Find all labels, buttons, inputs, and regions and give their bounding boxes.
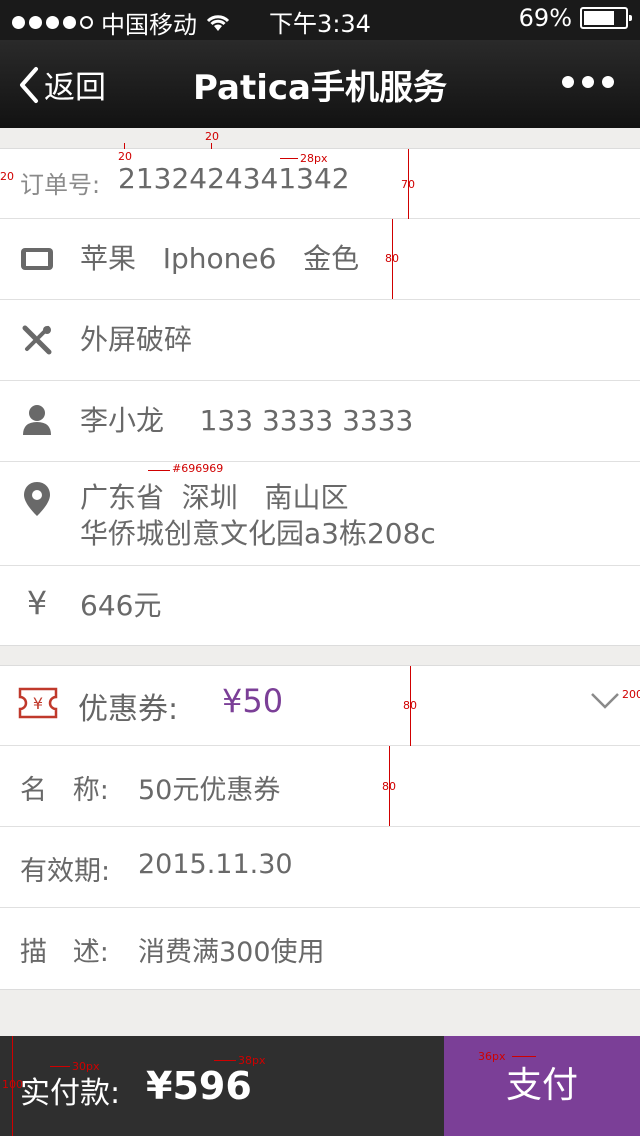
pay-label: 实付款: <box>20 1076 121 1111</box>
payment-summary: 实付款: ¥596 <box>0 1036 444 1136</box>
coupon-desc-value: 消费满300使用 <box>138 937 325 968</box>
svg-text:¥: ¥ <box>33 694 43 713</box>
price-row: ¥ 646元 <box>0 566 640 645</box>
annotation-line <box>211 143 212 149</box>
annotation-line <box>124 143 125 149</box>
coupon-name-key: 名 称: <box>20 775 109 806</box>
coupon-desc-row: 描 述: 消费满300使用 <box>0 908 640 989</box>
order-number-label: 订单号: <box>20 171 101 199</box>
annotation-label: 28px <box>300 152 328 165</box>
more-button[interactable] <box>562 76 614 88</box>
annotation-line <box>148 470 170 471</box>
annotation-label: 38px <box>238 1054 266 1067</box>
address-row: 广东省 深圳 南山区 华侨城创意文化园a3栋208c <box>0 462 640 566</box>
location-pin-icon <box>20 482 54 516</box>
fault-row: 外屏破碎 <box>0 300 640 381</box>
battery-percent: 69% <box>518 4 572 32</box>
coupon-valid-value: 2015.11.30 <box>138 849 293 880</box>
coupon-name-row: 名 称: 50元优惠券 <box>0 746 640 827</box>
order-number-value: 2132424341342 <box>118 162 350 195</box>
annotation-line <box>280 158 298 159</box>
nav-bar: 返回 Patica手机服务 <box>0 40 640 128</box>
coupon-card: ¥ 优惠券: ¥50 名 称: 50元优惠券 有效期: 2015.11.30 描… <box>0 665 640 990</box>
pay-button[interactable]: 支付 <box>444 1036 640 1136</box>
contact-text: 李小龙 133 3333 3333 <box>80 404 414 437</box>
annotation-label: 30px <box>72 1060 100 1073</box>
page-title: Patica手机服务 <box>193 68 447 108</box>
status-bar: 中国移动 下午3:34 69% <box>0 0 640 40</box>
phone-icon <box>20 242 54 276</box>
annotation-label: 200 <box>622 688 640 701</box>
coupon-name-value: 50元优惠券 <box>138 775 281 806</box>
annotation-line <box>512 1056 536 1057</box>
pay-amount: ¥596 <box>146 1064 252 1108</box>
more-dot-icon <box>582 76 594 88</box>
repair-tools-icon <box>20 323 54 357</box>
fault-text: 外屏破碎 <box>80 323 193 356</box>
annotation-label: 20 <box>0 170 14 183</box>
coupon-label: 优惠券: <box>78 692 179 727</box>
contact-row: 李小龙 133 3333 3333 <box>0 381 640 462</box>
coupon-desc-key: 描 述: <box>20 937 109 968</box>
annotation-line <box>50 1066 70 1067</box>
price-text: 646元 <box>80 589 162 622</box>
annotation-label: 20 <box>118 150 132 163</box>
annotation-label: 70 <box>401 178 415 191</box>
yen-icon: ¥ <box>26 584 48 622</box>
annotation-label: 20 <box>205 130 219 143</box>
battery-icon <box>580 7 632 29</box>
person-icon <box>20 403 54 437</box>
more-dot-icon <box>602 76 614 88</box>
annotation-label: 100 <box>2 1078 23 1091</box>
order-card: 订单号: 2132424341342 苹果 Iphone6 金色 外屏破碎 李小… <box>0 148 640 646</box>
annotation-label: 80 <box>385 252 399 265</box>
address-line1: 广东省 深圳 南山区 <box>80 481 349 514</box>
annotation-label: 80 <box>382 780 396 793</box>
device-row: 苹果 Iphone6 金色 <box>0 219 640 300</box>
payment-footer: 实付款: ¥596 支付 <box>0 1036 640 1136</box>
chevron-down-icon[interactable] <box>590 692 620 710</box>
coupon-valid-row: 有效期: 2015.11.30 <box>0 827 640 908</box>
annotation-label: 80 <box>403 699 417 712</box>
coupon-row[interactable]: ¥ 优惠券: ¥50 <box>0 666 640 746</box>
address-line2: 华侨城创意文化园a3栋208c <box>80 517 436 550</box>
annotation-label: #696969 <box>172 462 224 475</box>
coupon-amount: ¥50 <box>222 682 284 720</box>
coupon-ticket-icon: ¥ <box>18 686 58 720</box>
annotation-line <box>214 1060 236 1061</box>
device-text: 苹果 Iphone6 金色 <box>80 242 360 275</box>
status-right: 69% <box>518 4 632 32</box>
more-dot-icon <box>562 76 574 88</box>
coupon-valid-key: 有效期: <box>20 856 111 887</box>
annotation-label: 36px <box>478 1050 506 1063</box>
